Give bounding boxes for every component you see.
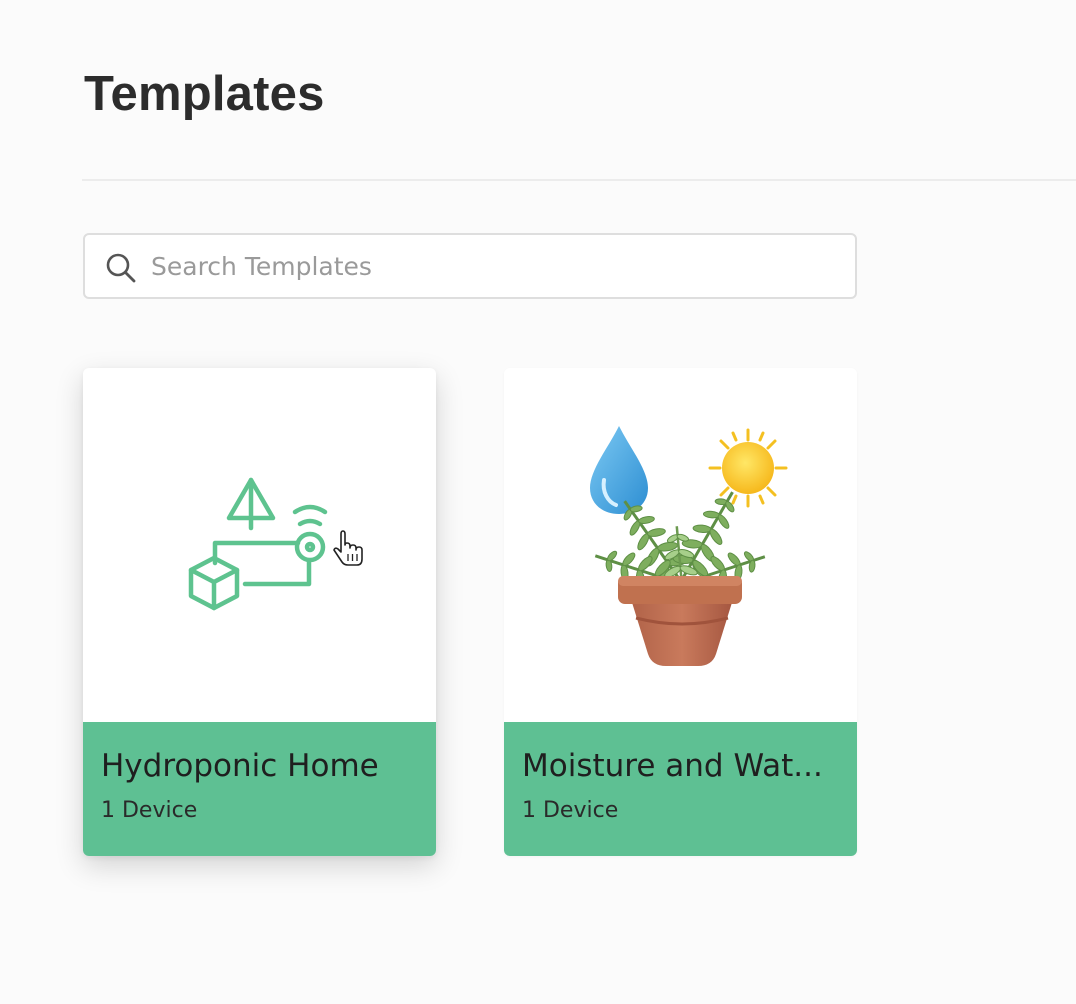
plant-water-sun-icon xyxy=(590,426,788,666)
search-icon xyxy=(106,253,136,283)
template-card-title: Hydroponic Home xyxy=(101,748,379,784)
template-card-title: Moisture and Wat... xyxy=(522,748,823,784)
page-title: Templates xyxy=(84,67,325,121)
template-card-image xyxy=(83,368,436,722)
search-box[interactable] xyxy=(83,233,857,299)
template-card-device-count: 1 Device xyxy=(522,798,619,823)
hand-cursor-icon xyxy=(333,530,363,566)
header-divider xyxy=(82,179,1076,181)
templates-page: Templates Search Templates Hydroponic Ho… xyxy=(0,0,1076,1004)
template-card-hydroponic-home[interactable]: Hydroponic Home 1 Device xyxy=(83,368,436,856)
template-card-moisture-and-water[interactable]: Moisture and Wat... 1 Device xyxy=(504,368,857,856)
template-card-footer: Hydroponic Home 1 Device xyxy=(83,722,436,856)
template-card-image xyxy=(504,368,857,722)
template-card-device-count: 1 Device xyxy=(101,798,198,823)
hydroponic-devices-icon xyxy=(188,477,363,611)
search-input[interactable] xyxy=(151,243,841,289)
template-card-footer: Moisture and Wat... 1 Device xyxy=(504,722,857,856)
